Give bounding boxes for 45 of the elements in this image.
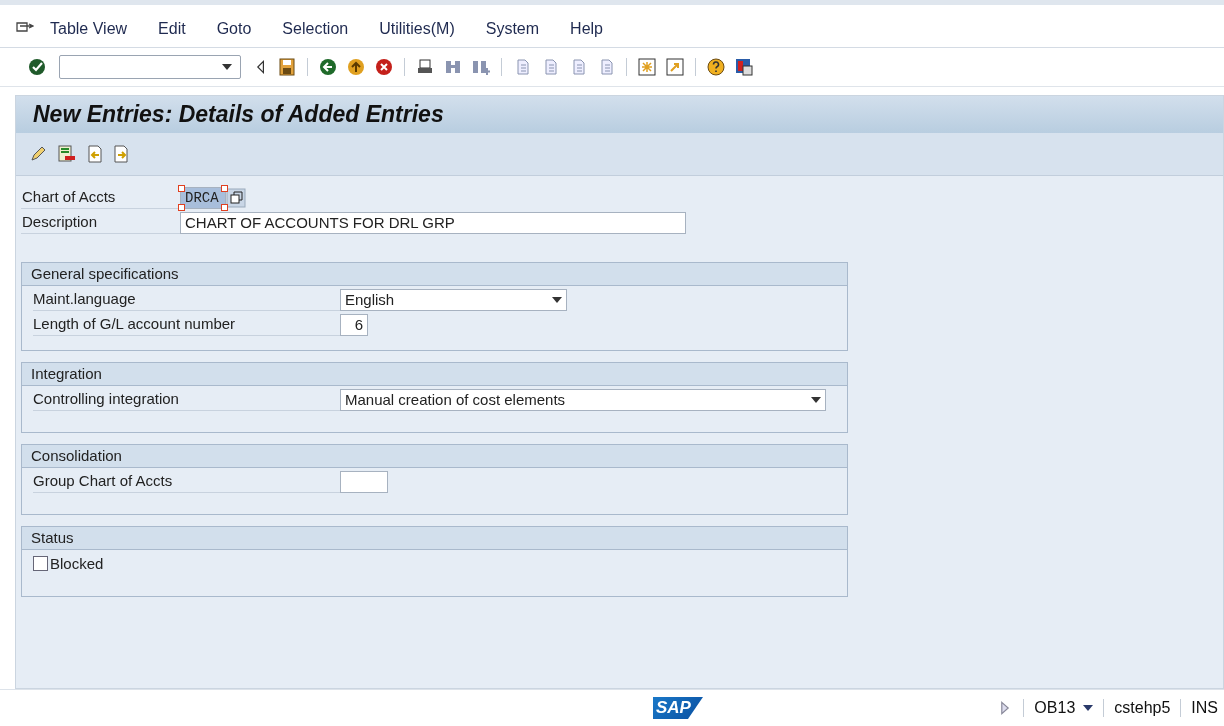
menu-item[interactable]: Goto xyxy=(216,20,252,38)
field-label: Maint.language xyxy=(33,288,340,311)
field-label: Group Chart of Accts xyxy=(33,470,340,493)
input-field[interactable] xyxy=(340,470,388,493)
menu-item[interactable]: System xyxy=(485,20,540,38)
shortcut-icon[interactable] xyxy=(665,57,685,77)
caret-icon[interactable] xyxy=(1083,705,1094,711)
menu-item[interactable]: Table View xyxy=(50,20,128,38)
caret-icon[interactable] xyxy=(552,296,562,303)
group-title: Status xyxy=(22,527,847,550)
layout-icon[interactable] xyxy=(734,57,754,77)
dropdown[interactable]: Manual creation of cost elements xyxy=(340,388,826,411)
new-window-icon[interactable] xyxy=(637,57,657,77)
menu-item[interactable]: Utilities(M) xyxy=(379,20,455,38)
caret-icon[interactable] xyxy=(811,396,821,403)
help-icon[interactable] xyxy=(706,57,726,77)
input-field[interactable]: 6 xyxy=(340,313,368,336)
menu-item[interactable]: Help xyxy=(570,20,603,38)
save-icon[interactable] xyxy=(277,57,297,77)
field-label: Controlling integration xyxy=(33,388,340,411)
cancel-icon[interactable] xyxy=(374,57,394,77)
exit-icon[interactable] xyxy=(346,57,366,77)
input-field[interactable]: CHART OF ACCOUNTS FOR DRL GRP xyxy=(180,211,686,234)
screen-title: New Entries: Details of Added Entries xyxy=(33,101,444,128)
input-mode: INS xyxy=(1191,699,1218,717)
caret-icon[interactable] xyxy=(222,64,232,70)
group-title: General specifications xyxy=(22,263,847,286)
checkmark-icon[interactable] xyxy=(27,57,47,77)
pencil-icon[interactable] xyxy=(28,144,48,164)
menu-item[interactable]: Edit xyxy=(158,20,186,38)
group-title: Consolidation xyxy=(22,445,847,468)
system-name: cstehp5 xyxy=(1114,699,1171,717)
delete-row-icon[interactable] xyxy=(56,144,76,164)
group-title: Integration xyxy=(22,363,847,386)
back-icon[interactable] xyxy=(318,57,338,77)
input-field[interactable]: DRCA xyxy=(180,186,226,209)
menu-item[interactable]: Selection xyxy=(282,20,349,38)
copy-icon[interactable] xyxy=(226,187,246,208)
checkbox-label: Blocked xyxy=(50,555,104,572)
sap-logo: SAP xyxy=(653,697,703,719)
field-label: Length of G/L account number xyxy=(33,313,340,336)
dropdown[interactable]: English xyxy=(340,288,567,311)
command-field[interactable] xyxy=(59,55,241,79)
transaction-code[interactable]: OB13 xyxy=(1034,699,1076,717)
checkbox[interactable] xyxy=(33,556,48,571)
